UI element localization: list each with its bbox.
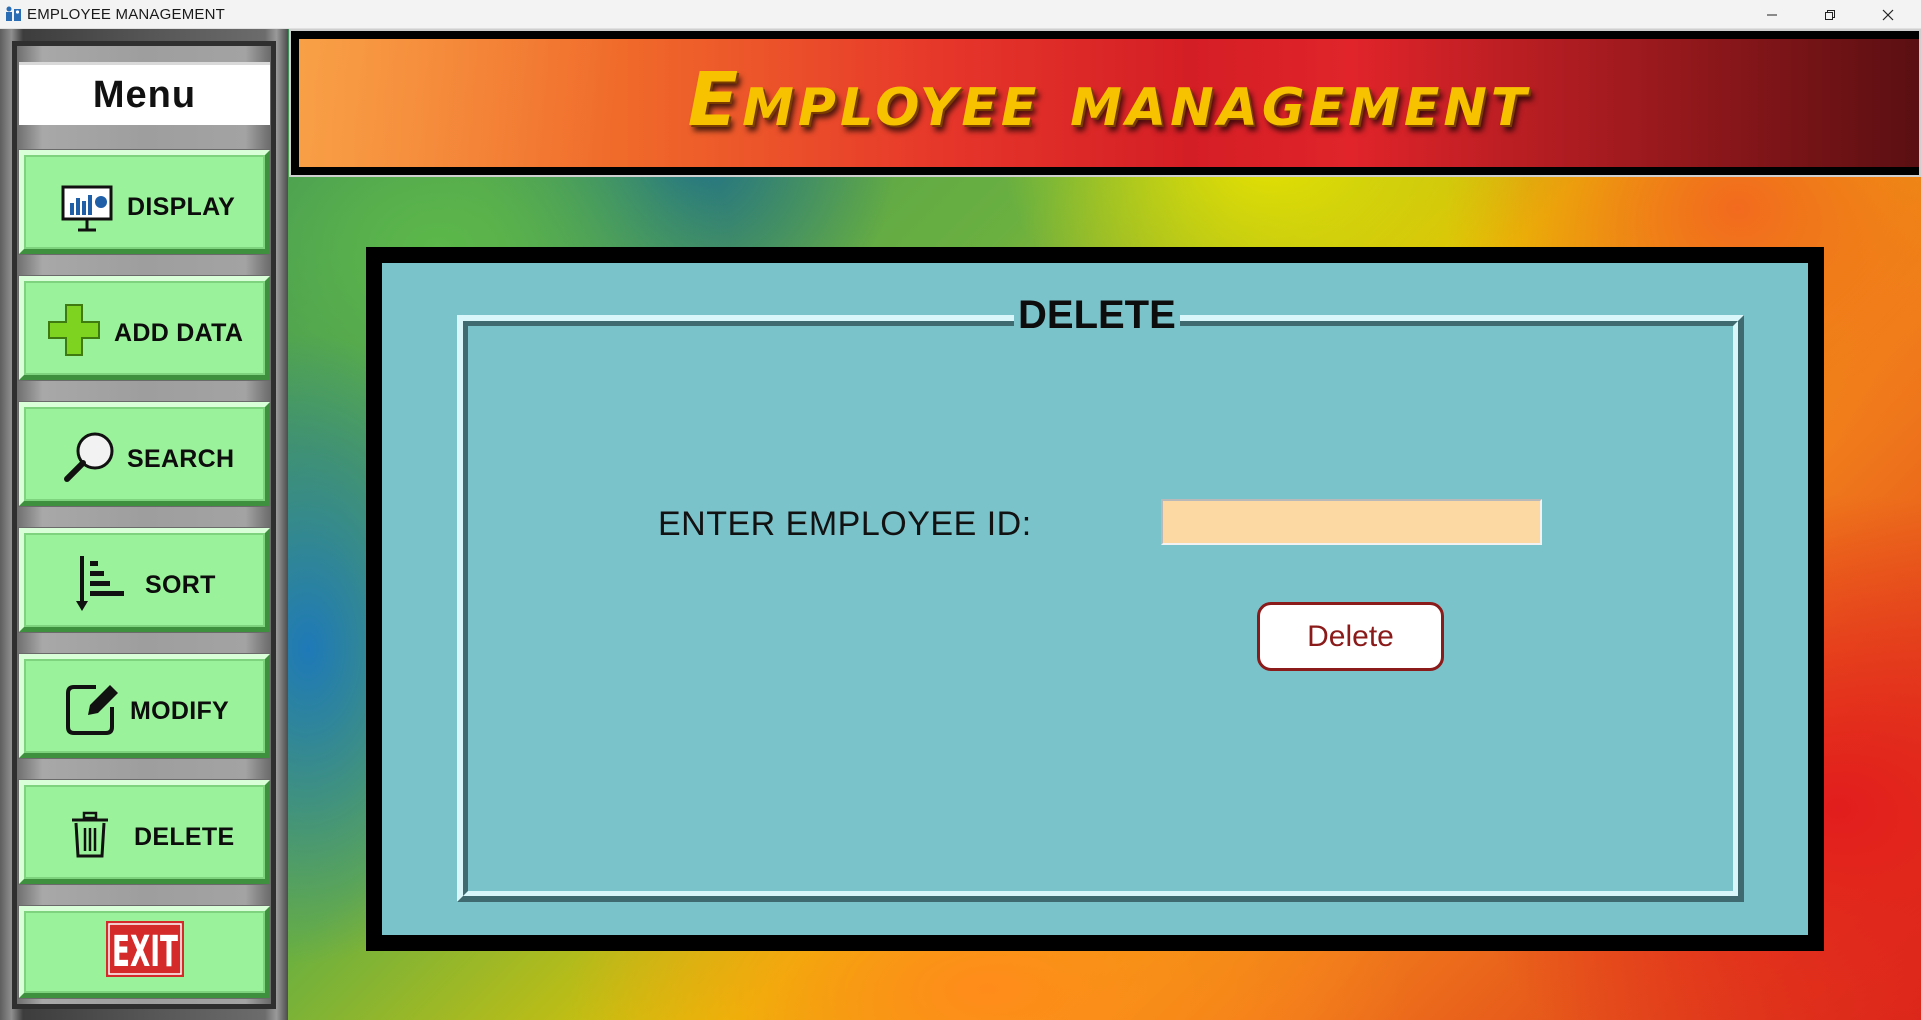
sidebar-item-label: SORT	[145, 571, 216, 599]
restore-button[interactable]	[1801, 0, 1859, 29]
close-icon	[1882, 9, 1894, 20]
sidebar-item-label: SEARCH	[127, 445, 235, 473]
sidebar-item-delete[interactable]: DELETE	[19, 780, 270, 884]
edit-icon	[66, 685, 118, 735]
sidebar-item-exit[interactable]: EXIT	[19, 906, 270, 998]
sidebar-item-sort[interactable]: SORT	[19, 528, 270, 632]
monitor-chart-icon	[61, 185, 113, 232]
employee-id-label: ENTER EMPLOYEE ID:	[658, 505, 1032, 543]
banner: Employee management	[289, 29, 1921, 177]
exit-sign-label: EXIT	[112, 927, 178, 977]
sidebar-item-add-data[interactable]: ADD DATA	[19, 276, 270, 380]
menu-header: Menu	[19, 62, 270, 125]
close-button[interactable]	[1859, 0, 1917, 29]
delete-panel-frame: DELETE	[366, 247, 1824, 951]
banner-title: Employee management	[687, 57, 1531, 143]
sidebar-item-label: ADD DATA	[114, 319, 244, 347]
sidebar-item-label: MODIFY	[130, 697, 230, 725]
delete-fieldset	[457, 315, 1744, 902]
sidebar-item-search[interactable]: SEARCH	[19, 402, 270, 506]
sidebar-item-label: DISPLAY	[127, 193, 236, 221]
sort-icon	[76, 556, 124, 611]
sidebar-item-label: DELETE	[134, 823, 235, 851]
delete-button[interactable]: Delete	[1257, 602, 1444, 671]
minimize-icon	[1767, 14, 1777, 15]
delete-fieldset-legend: DELETE	[1014, 293, 1180, 338]
magnifier-icon	[64, 432, 114, 482]
app-icon	[6, 6, 21, 21]
plus-icon	[48, 304, 100, 356]
exit-sign-icon: EXIT	[106, 921, 184, 977]
trash-icon	[72, 811, 108, 858]
banner-graphic: Employee management	[299, 39, 1919, 167]
title-bar: EMPLOYEE MANAGEMENT	[0, 0, 1921, 29]
restore-icon	[1825, 9, 1835, 20]
employee-id-input[interactable]	[1161, 499, 1542, 545]
sidebar-item-modify[interactable]: MODIFY	[19, 654, 270, 758]
sidebar-item-display[interactable]: DISPLAY	[19, 150, 270, 254]
menu-title: Menu	[92, 73, 197, 116]
minimize-button[interactable]	[1743, 0, 1801, 29]
window-title: EMPLOYEE MANAGEMENT	[27, 6, 226, 23]
delete-panel: DELETE	[382, 263, 1808, 935]
